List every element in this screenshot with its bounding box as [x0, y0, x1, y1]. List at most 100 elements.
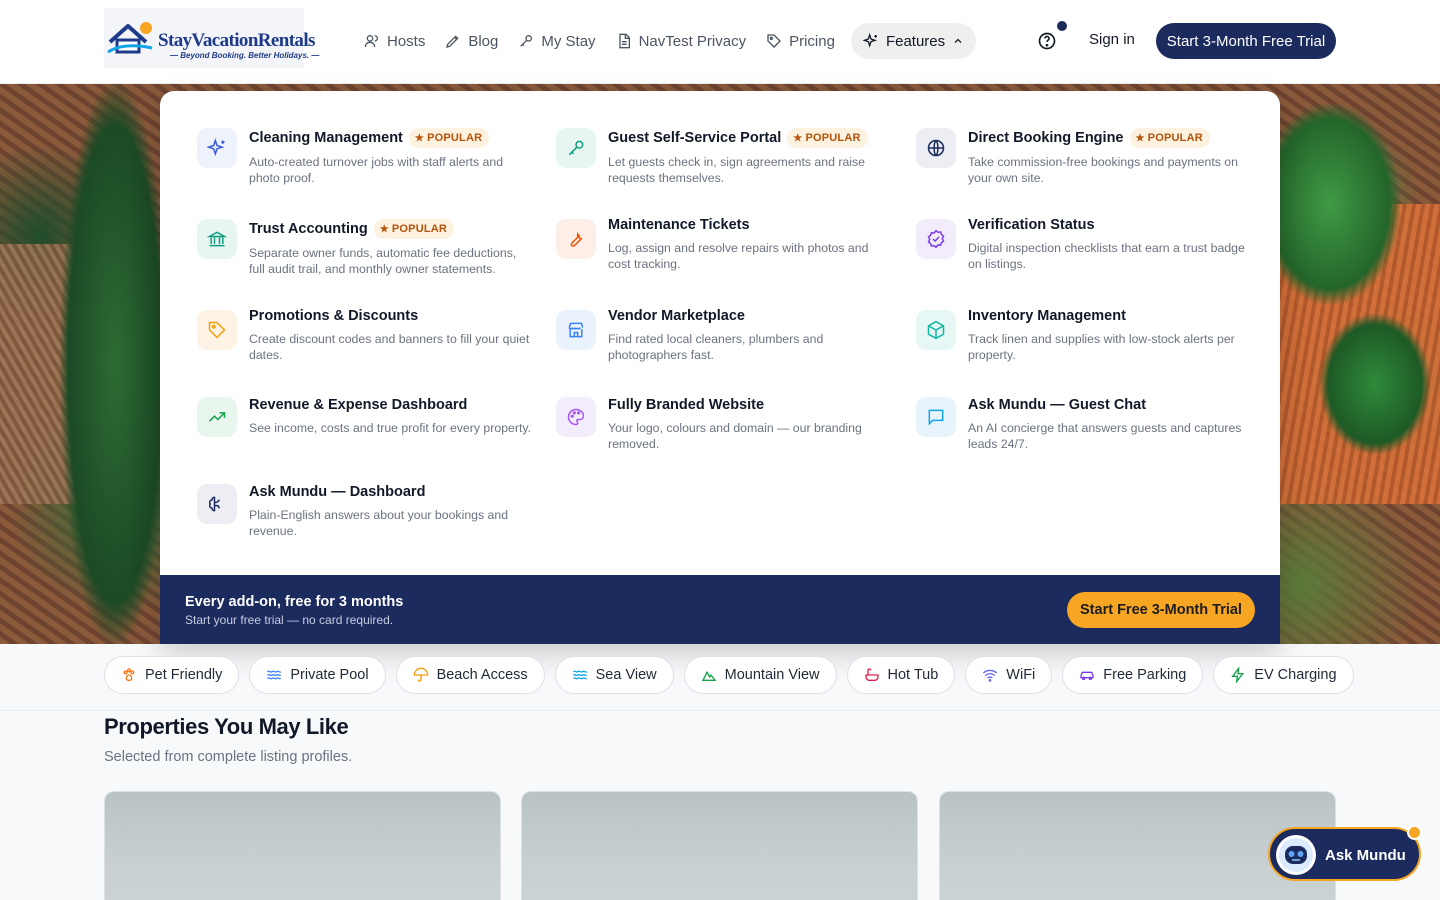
feature-title: Cleaning Management — [249, 130, 403, 146]
property-card[interactable] — [104, 791, 501, 900]
feature-description: Auto-created turnover jobs with staff al… — [249, 155, 504, 185]
features-mega-menu: Cleaning Management ★ POPULAR Auto-created… — [160, 91, 1280, 644]
help-icon[interactable] — [1037, 31, 1057, 51]
feature-description: Track linen and supplies with low-stock … — [968, 332, 1235, 362]
key-icon — [520, 35, 533, 47]
star-icon: ★ — [414, 132, 425, 144]
feature-icon-box — [197, 397, 237, 437]
umbrella-icon — [413, 667, 428, 682]
pen-nib-icon — [446, 35, 459, 48]
chip-label: Beach Access — [436, 667, 528, 683]
feature-title: Direct Booking Engine — [968, 130, 1124, 146]
feature-title: Ask Mundu — Dashboard — [249, 484, 426, 500]
feature-icon-box — [197, 128, 237, 168]
brand-name: StayVacationRentals — [158, 30, 315, 51]
section-subtitle: Selected from complete listing profiles. — [104, 749, 353, 765]
chip-sea-view[interactable]: Sea View — [554, 656, 674, 694]
bank-icon — [207, 231, 227, 247]
feature-icon-box — [916, 219, 956, 259]
chip-free-parking[interactable]: Free Parking — [1062, 656, 1204, 694]
nav-hosts-label: Hosts — [387, 32, 426, 50]
car-icon — [1080, 671, 1094, 680]
footer-trial-button[interactable]: Start Free 3-Month Trial — [1067, 592, 1255, 628]
chip-label: Private Pool — [290, 667, 369, 683]
nav-privacy[interactable]: NavTest Privacy — [606, 23, 757, 59]
feature-title: Vendor Marketplace — [608, 308, 745, 324]
chip-mountain-view[interactable]: Mountain View — [683, 656, 837, 694]
nav-blog[interactable]: Blog — [435, 23, 508, 59]
globe-icon — [927, 139, 945, 157]
popular-badge: ★ POPULAR — [408, 128, 490, 148]
feature-title: Guest Self-Service Portal — [608, 130, 782, 146]
mega-menu-footer: Every add-on, free for 3 months Start yo… — [160, 575, 1280, 644]
brand-logo[interactable]: StayVacationRentals — Beyond Booking. Be… — [104, 8, 319, 68]
hero-tree-left — [60, 84, 170, 644]
main-nav: Hosts Blog My Stay NavTest Privacy Prici… — [354, 23, 977, 59]
chip-private-pool[interactable]: Private Pool — [249, 656, 386, 694]
footer-subtext: Start your free trial — no card required… — [185, 613, 394, 627]
chip-label: Pet Friendly — [145, 667, 223, 683]
sign-in-link[interactable]: Sign in — [1089, 31, 1135, 48]
chip-label: Free Parking — [1103, 667, 1187, 683]
nav-features[interactable]: Features — [850, 23, 977, 59]
amenity-filter-chips: Pet Friendly Private Pool Beach Access S… — [104, 656, 1354, 694]
bolt-icon — [1231, 667, 1245, 683]
badge-check-icon — [927, 229, 945, 249]
nav-my-stay-label: My Stay — [541, 32, 596, 50]
feature-description: Take commission-free bookings and paymen… — [968, 155, 1238, 185]
start-trial-button[interactable]: Start 3-Month Free Trial — [1156, 23, 1336, 59]
feature-title: Ask Mundu — Guest Chat — [968, 397, 1147, 413]
popular-badge: ★ POPULAR — [787, 128, 868, 148]
chip-label: WiFi — [1006, 667, 1036, 683]
user-icon — [364, 35, 378, 48]
chip-beach-access[interactable]: Beach Access — [395, 656, 545, 694]
house-logo-icon — [107, 22, 153, 54]
box-icon — [927, 320, 945, 340]
sparkles-icon — [862, 33, 878, 48]
feature-title: Promotions & Discounts — [249, 308, 419, 324]
chip-ev-charging[interactable]: EV Charging — [1213, 656, 1354, 694]
waves-icon — [572, 670, 587, 680]
feature-description: Let guests check in, sign agreements and… — [608, 155, 866, 185]
feature-description: Create discount codes and banners to fil… — [249, 332, 530, 362]
chip-hot-tub[interactable]: Hot Tub — [846, 656, 956, 694]
brain-icon — [208, 496, 221, 512]
popular-badge: ★ POPULAR — [1129, 128, 1210, 148]
chip-pet-friendly[interactable]: Pet Friendly — [104, 656, 240, 694]
feature-icon-box — [556, 310, 596, 350]
section-title: Properties You May Like — [104, 714, 349, 739]
feature-title: Fully Branded Website — [608, 397, 765, 413]
sparkles-icon — [207, 138, 225, 157]
star-icon: ★ — [793, 132, 803, 144]
chip-label: Hot Tub — [887, 667, 939, 683]
feature-title: Verification Status — [968, 217, 1095, 233]
chip-wifi[interactable]: WiFi — [965, 656, 1053, 694]
chat-notification-dot — [1407, 825, 1422, 840]
feature-icon-box — [197, 219, 237, 259]
ask-mundu-chat-button[interactable]: Ask Mundu — [1268, 827, 1421, 881]
feature-icon-box — [916, 310, 956, 350]
trending-up-icon — [208, 412, 226, 422]
hero-tree-right — [1260, 104, 1400, 304]
feature-title: Trust Accounting — [249, 221, 368, 237]
chevron-up-icon — [954, 38, 962, 43]
nav-my-stay[interactable]: My Stay — [508, 23, 605, 59]
nav-pricing[interactable]: Pricing — [756, 23, 845, 59]
notification-dot — [1057, 21, 1067, 31]
nav-hosts[interactable]: Hosts — [354, 23, 435, 59]
feature-title: Maintenance Tickets — [608, 217, 750, 233]
property-card[interactable] — [521, 791, 918, 900]
feature-description: Plain-English answers about your booking… — [249, 508, 509, 538]
document-icon — [618, 33, 630, 49]
popular-badge: ★ POPULAR — [373, 219, 455, 239]
feature-description: Your logo, colours and domain — our bran… — [608, 421, 862, 451]
chip-label: Sea View — [595, 667, 657, 683]
chip-label: Mountain View — [724, 667, 820, 683]
wrench-icon — [570, 231, 583, 247]
wifi-icon — [983, 669, 998, 682]
ask-mundu-label: Ask Mundu — [1325, 847, 1406, 864]
feature-icon-box — [197, 310, 237, 350]
robot-avatar-icon — [1279, 838, 1313, 872]
feature-title: Revenue & Expense Dashboard — [249, 397, 468, 413]
star-icon: ★ — [1135, 132, 1145, 144]
